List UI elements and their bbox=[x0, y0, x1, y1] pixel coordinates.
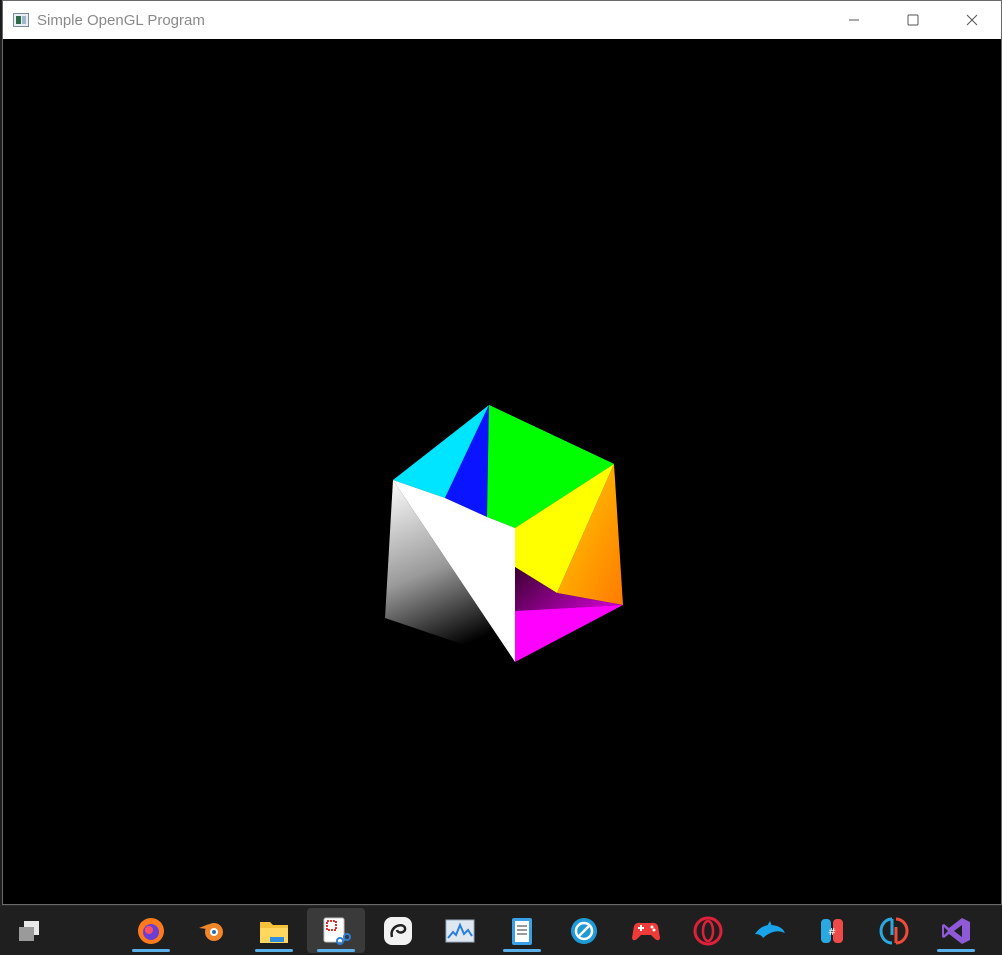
taskbar-notepad[interactable] bbox=[493, 908, 551, 953]
taskbar-browser[interactable] bbox=[555, 908, 613, 953]
taskbar-snipping-tool[interactable] bbox=[307, 908, 365, 953]
close-button[interactable] bbox=[942, 1, 1001, 39]
snipping-tool-icon bbox=[323, 917, 351, 945]
minimize-icon bbox=[848, 19, 859, 21]
taskbar-firefox[interactable] bbox=[122, 908, 180, 953]
visual-studio-icon bbox=[942, 917, 970, 944]
app-window-icon bbox=[13, 13, 29, 27]
taskbar-system-monitor[interactable] bbox=[431, 908, 489, 953]
dolphin-icon bbox=[755, 920, 785, 938]
opera-icon bbox=[693, 916, 723, 945]
opengl-window: Simple OpenGL Program bbox=[2, 0, 1002, 905]
notepad-icon bbox=[512, 917, 532, 945]
window-controls bbox=[824, 1, 1001, 39]
taskbar-visual-studio[interactable] bbox=[927, 908, 985, 953]
close-icon bbox=[966, 14, 977, 26]
taskbar-blender[interactable] bbox=[183, 908, 241, 953]
cube-face-magenta bbox=[515, 605, 623, 662]
blender-icon bbox=[199, 922, 223, 941]
cube-scene bbox=[385, 405, 623, 662]
folder-icon bbox=[260, 921, 288, 943]
svg-text:#: # bbox=[828, 927, 836, 938]
taskbar-clip-studio[interactable] bbox=[369, 908, 427, 953]
minimize-button[interactable] bbox=[824, 1, 883, 39]
taskbar-task-view[interactable] bbox=[0, 908, 58, 953]
monitor-graph-icon bbox=[445, 919, 475, 942]
taskbar-app-sharp[interactable]: # bbox=[803, 908, 861, 953]
taskbar-file-explorer[interactable] bbox=[245, 908, 303, 953]
taskbar: # bbox=[0, 905, 1002, 955]
title-bar[interactable]: Simple OpenGL Program bbox=[3, 1, 1001, 39]
hash-app-icon: # bbox=[821, 918, 843, 943]
taskbar-yuzu[interactable] bbox=[865, 908, 923, 953]
taskbar-opera[interactable] bbox=[679, 908, 737, 953]
render-canvas[interactable] bbox=[3, 39, 1001, 904]
maximize-icon bbox=[907, 14, 918, 26]
gamepad-icon bbox=[632, 922, 660, 940]
globe-icon bbox=[571, 917, 597, 944]
clip-studio-icon bbox=[384, 916, 412, 945]
window-title: Simple OpenGL Program bbox=[37, 11, 205, 29]
yuzu-icon bbox=[879, 917, 909, 944]
taskbar-dolphin[interactable] bbox=[741, 908, 799, 953]
firefox-icon bbox=[138, 917, 164, 944]
taskbar-game-controller[interactable] bbox=[617, 908, 675, 953]
maximize-button[interactable] bbox=[883, 1, 942, 39]
task-view-icon bbox=[19, 920, 39, 941]
